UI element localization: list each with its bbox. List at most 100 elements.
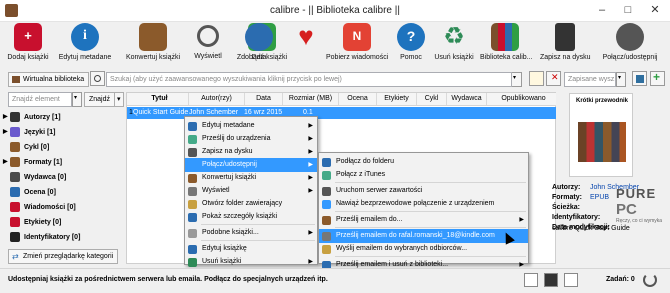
menu-item-label: Edytuj metadane xyxy=(202,122,255,129)
column-header[interactable]: Opublikowano xyxy=(487,93,561,105)
change-category-browser-button[interactable]: ⇄ Zmień przeglądarkę kategorii xyxy=(8,249,119,264)
menu-item-icon xyxy=(322,232,331,241)
search-options-button[interactable] xyxy=(529,71,544,86)
menu-item[interactable]: Otwórz folder zawierający xyxy=(185,197,317,211)
sidebar-item[interactable]: Etykiety [0] xyxy=(10,216,61,229)
menu-item[interactable]: Podłącz do folderu xyxy=(319,155,528,169)
sidebar-item[interactable]: Identyfikatory [0] xyxy=(10,231,80,244)
tags-icon xyxy=(10,217,20,228)
column-header[interactable]: Tytuł xyxy=(131,93,189,105)
column-header[interactable]: Etykiety xyxy=(377,93,417,105)
find-button[interactable]: Znajdź xyxy=(84,92,116,107)
toolbar-save-to-disk[interactable]: Zapisz na dysku xyxy=(540,23,591,65)
saved-search-dropdown[interactable]: ▾ xyxy=(616,72,626,87)
menu-item-icon xyxy=(188,135,197,144)
toolbar-help[interactable]: ? Pomoc xyxy=(394,23,428,65)
menu-item[interactable]: Uruchom serwer zawartości xyxy=(319,184,528,198)
menu-item[interactable]: Prześlij emailem do rafal.romanski_18@ki… xyxy=(319,229,528,243)
cover-browser-button[interactable] xyxy=(564,273,578,287)
virtual-library-button[interactable]: Wirtualna biblioteka xyxy=(8,72,90,87)
close-button[interactable]: ✕ xyxy=(641,0,669,22)
menu-item-icon xyxy=(188,258,197,267)
toolbar-data-globe-button[interactable]: Data xyxy=(244,23,274,65)
toolbar-library[interactable]: Biblioteka calib... xyxy=(480,23,533,65)
submenu-arrow-icon: ▶ xyxy=(308,123,313,129)
add-saved-search-button[interactable]: + xyxy=(650,70,665,86)
book-cover[interactable]: Krótki przewodnik xyxy=(569,93,633,177)
column-header[interactable]: Data xyxy=(245,93,283,105)
person-icon xyxy=(10,112,20,123)
column-header[interactable]: Ocena xyxy=(339,93,377,105)
expand-arrow-icon[interactable]: ▶ xyxy=(3,156,8,169)
menu-item[interactable]: Konwertuj książki ▶ xyxy=(185,171,317,185)
toolbar-fetch-news[interactable]: N Pobierz wiadomości xyxy=(326,23,388,65)
find-item-input[interactable]: Znajdź element xyxy=(8,92,72,107)
menu-item-label: Usuń książki xyxy=(202,258,242,265)
menu-item[interactable]: Prześlij emailem do... ▶ xyxy=(319,213,528,227)
identifiers-label: Identyfikatory: xyxy=(552,214,601,221)
column-header[interactable]: Autor(rzy) xyxy=(189,93,245,105)
menu-item-icon xyxy=(322,200,331,209)
sidebar-item[interactable]: ▶ Autorzy [1] xyxy=(3,111,61,124)
menu-item[interactable]: Zapisz na dysku ▶ xyxy=(185,145,317,159)
menu-item-icon xyxy=(188,187,197,196)
tag-browser-menu-button[interactable]: ▾ xyxy=(114,92,124,107)
search-input[interactable]: Szukaj (aby użyć zaawansowanego wyszukiw… xyxy=(106,72,512,87)
maximize-button[interactable]: □ xyxy=(614,0,642,22)
cover-grid-button[interactable] xyxy=(544,273,558,287)
menu-separator xyxy=(335,227,526,228)
menu-item[interactable]: Nawiąż bezprzewodowe połączenie z urządz… xyxy=(319,197,528,211)
menu-item[interactable]: Edytuj metadane ▶ xyxy=(185,119,317,133)
sidebar-item[interactable]: Wydawca [0] xyxy=(10,171,66,184)
menu-item[interactable]: Edytuj książkę xyxy=(185,242,317,256)
sidebar-item[interactable]: ▶ Formaty [1] xyxy=(3,156,62,169)
toolbar-connect-share[interactable]: Połącz/udostępnij xyxy=(598,23,662,65)
publisher-icon xyxy=(10,172,20,183)
menu-item[interactable]: Wyślij emailem do wybranych odbiorców... xyxy=(319,242,528,256)
chevron-down-icon: ▾ xyxy=(618,75,622,81)
search-history-button[interactable]: ▾ xyxy=(512,72,522,87)
column-header[interactable]: Cykl xyxy=(417,93,447,105)
clear-search-button[interactable]: ✕ xyxy=(546,71,561,86)
menu-item[interactable]: Połącz z iTunes xyxy=(319,168,528,182)
menu-item-label: Pokaż szczegóły książki xyxy=(202,213,278,220)
sidebar-item-label: Ocena [0] xyxy=(24,189,56,196)
formats-link[interactable]: EPUB xyxy=(590,194,609,201)
save-search-button[interactable] xyxy=(632,71,647,86)
jobs-label[interactable]: Zadań: 0 xyxy=(606,276,635,283)
menu-item-label: Konwertuj książki xyxy=(202,174,257,181)
column-header[interactable]: Wydawca xyxy=(447,93,487,105)
layout-toggle-button[interactable] xyxy=(524,273,538,287)
menu-item-icon xyxy=(322,158,331,167)
recycle-icon: ♻ xyxy=(443,23,465,50)
expand-arrow-icon[interactable]: ▶ xyxy=(3,126,8,139)
menu-item-icon xyxy=(188,213,197,222)
menu-separator xyxy=(201,240,315,241)
menu-item[interactable]: Wyświetl ▶ xyxy=(185,184,317,198)
menu-item[interactable]: Usuń książki ▶ xyxy=(185,255,317,269)
column-header[interactable]: Rozmiar (MB) xyxy=(283,93,339,105)
connect-share-icon xyxy=(616,23,644,51)
menu-item[interactable]: Pokaż szczegóły książki xyxy=(185,210,317,224)
menu-item[interactable]: Prześlij do urządzenia ▶ xyxy=(185,132,317,146)
series-icon xyxy=(10,142,20,153)
submenu-arrow-icon: ▶ xyxy=(308,188,313,194)
sidebar-item[interactable]: ▶ Języki [1] xyxy=(3,126,56,139)
arrows-icon: ⇄ xyxy=(12,252,19,261)
status-bar: Udostępniaj książki za pośrednictwem ser… xyxy=(0,268,670,293)
toolbar-remove-books[interactable]: ♻ Usuń książki xyxy=(432,23,476,65)
toolbar-heart-button[interactable]: ♥ xyxy=(290,21,322,65)
saved-search-field[interactable]: Zapisane wysz... xyxy=(564,72,616,87)
menu-item[interactable]: Podobne książki... ▶ xyxy=(185,226,317,240)
menu-item-icon xyxy=(188,148,197,157)
menu-item[interactable]: Połącz/udostępnij ▶ xyxy=(185,158,317,172)
sidebar-item[interactable]: Wiadomości [0] xyxy=(10,201,76,214)
advanced-search-button[interactable] xyxy=(90,71,105,86)
sidebar-item[interactable]: Ocena [0] xyxy=(10,186,56,199)
save-icon xyxy=(636,75,644,83)
sidebar-item[interactable]: Cykl [0] xyxy=(10,141,49,154)
expand-arrow-icon[interactable]: ▶ xyxy=(3,111,8,124)
submenu-arrow-icon: ▶ xyxy=(519,217,524,223)
minimize-button[interactable]: – xyxy=(588,0,616,22)
find-item-dropdown[interactable]: ▾ xyxy=(72,92,82,107)
